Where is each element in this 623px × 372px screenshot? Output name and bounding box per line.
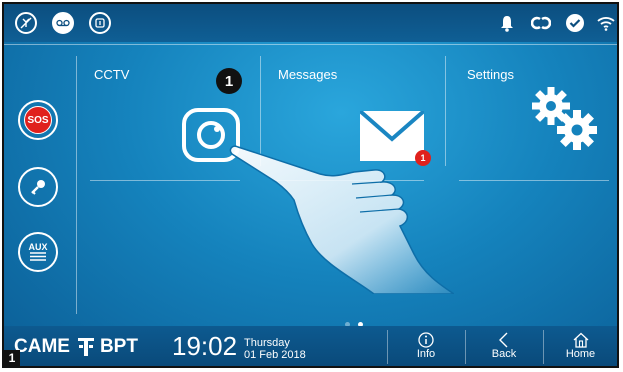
- clock-date-text: 01 Feb 2018: [244, 349, 306, 361]
- bell-icon: [496, 12, 518, 34]
- home-label: Home: [565, 348, 596, 360]
- tile-label: CCTV: [94, 67, 130, 82]
- clock-day: Thursday: [244, 337, 290, 349]
- aux-button[interactable]: AUX: [18, 232, 58, 272]
- sos-label: SOS: [24, 106, 52, 134]
- do-not-disturb-icon[interactable]: [89, 12, 111, 34]
- device-screen: SOS AUX CCTV 1 Messages 1 Settings CAME …: [2, 2, 619, 368]
- clock-time: 19:02: [172, 331, 238, 361]
- brand-mark-icon: [77, 338, 94, 356]
- home-icon: [573, 332, 588, 348]
- voicemail-icon[interactable]: [52, 12, 74, 34]
- brand-logo: CAME BPT: [14, 336, 138, 358]
- link-icon: [530, 12, 552, 34]
- divider: [459, 180, 609, 181]
- clock-date: Thursday 01 Feb 2018: [244, 337, 306, 361]
- list-icon: [30, 252, 46, 261]
- sos-button[interactable]: SOS: [18, 100, 58, 140]
- tile-label: Settings: [467, 67, 514, 82]
- gears-icon: [532, 87, 597, 150]
- divider: [4, 44, 617, 45]
- callout-marker: 1: [216, 68, 242, 94]
- info-icon: [418, 332, 434, 348]
- check-icon: [564, 12, 586, 34]
- tile-label: Messages: [278, 67, 338, 82]
- wifi-icon: [595, 12, 617, 34]
- brand-bpt: BPT: [99, 336, 138, 357]
- home-button[interactable]: Home: [544, 326, 617, 366]
- info-label: Info: [416, 348, 436, 360]
- back-label: Back: [491, 348, 517, 360]
- mute-icon[interactable]: [15, 12, 37, 34]
- divider: [76, 56, 77, 314]
- hand-illustration: [229, 145, 454, 294]
- aux-label: AUX: [28, 242, 48, 252]
- brand-came: CAME: [14, 336, 70, 357]
- back-button[interactable]: Back: [466, 326, 542, 366]
- door-open-button[interactable]: [18, 167, 58, 207]
- chevron-left-icon: [499, 332, 508, 348]
- key-icon: [31, 180, 45, 195]
- divider: [90, 180, 240, 181]
- info-button[interactable]: Info: [388, 326, 464, 366]
- figure-number: 1: [4, 350, 20, 366]
- bottom-bar: CAME BPT 19:02 Thursday 01 Feb 2018 Info…: [4, 326, 617, 366]
- status-bar: [4, 4, 617, 42]
